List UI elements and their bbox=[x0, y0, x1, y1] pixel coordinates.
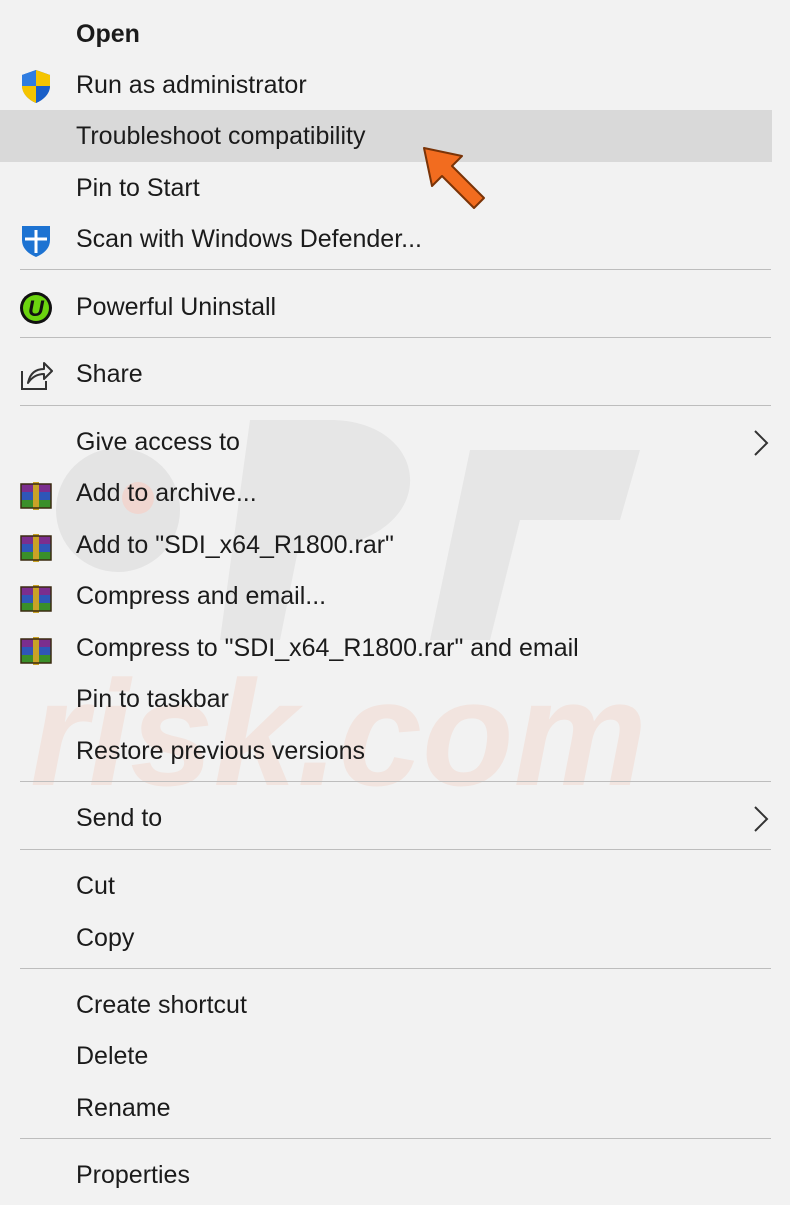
menu-item-add-to-rar[interactable]: Add to "SDI_x64_R1800.rar" bbox=[0, 519, 790, 571]
menu-item-properties[interactable]: Properties bbox=[0, 1149, 790, 1201]
menu-item-create-shortcut[interactable]: Create shortcut bbox=[0, 979, 790, 1031]
uac-shield-icon bbox=[22, 70, 50, 103]
menu-separator bbox=[20, 1138, 771, 1139]
menu-item-run-as-administrator[interactable]: Run as administrator bbox=[0, 59, 790, 111]
menu-item-label: Copy bbox=[76, 924, 135, 952]
menu-item-add-to-archive[interactable]: Add to archive... bbox=[0, 467, 790, 519]
menu-item-label: Pin to taskbar bbox=[76, 685, 229, 713]
chevron-right-icon bbox=[754, 430, 769, 456]
menu-item-label: Add to "SDI_x64_R1800.rar" bbox=[76, 531, 394, 559]
menu-item-restore-previous-versions[interactable]: Restore previous versions bbox=[0, 725, 790, 777]
menu-item-label: Properties bbox=[76, 1161, 190, 1189]
menu-item-copy[interactable]: Copy bbox=[0, 912, 790, 964]
menu-item-label: Delete bbox=[76, 1042, 149, 1070]
menu-separator bbox=[20, 405, 771, 406]
menu-item-send-to[interactable]: Send to bbox=[0, 792, 790, 844]
menu-item-open[interactable]: Open bbox=[0, 8, 790, 60]
menu-item-label: Compress and email... bbox=[76, 582, 327, 610]
menu-item-scan-with-windows-defender[interactable]: Scan with Windows Defender... bbox=[0, 213, 790, 265]
menu-item-rename[interactable]: Rename bbox=[0, 1082, 790, 1134]
menu-item-give-access-to[interactable]: Give access to bbox=[0, 416, 790, 468]
menu-item-compress-to-rar-and-email[interactable]: Compress to "SDI_x64_R1800.rar" and emai… bbox=[0, 622, 790, 674]
menu-item-share[interactable]: Share bbox=[0, 348, 790, 400]
menu-item-label: Compress to "SDI_x64_R1800.rar" and emai… bbox=[76, 634, 579, 662]
menu-item-label: Open bbox=[76, 20, 140, 48]
menu-item-cut[interactable]: Cut bbox=[0, 860, 790, 912]
menu-item-label: Rename bbox=[76, 1094, 171, 1122]
menu-item-label: Powerful Uninstall bbox=[76, 293, 277, 321]
menu-item-label: Restore previous versions bbox=[76, 737, 366, 765]
menu-item-pin-to-taskbar[interactable]: Pin to taskbar bbox=[0, 673, 790, 725]
iobit-uninstaller-icon: U bbox=[20, 292, 52, 324]
context-menu: risk.com Open Run as administrator Troub… bbox=[0, 0, 790, 1205]
menu-item-pin-to-start[interactable]: Pin to Start bbox=[0, 162, 790, 214]
menu-item-compress-and-email[interactable]: Compress and email... bbox=[0, 570, 790, 622]
menu-item-troubleshoot-compatibility[interactable]: Troubleshoot compatibility bbox=[0, 110, 772, 162]
menu-separator bbox=[20, 849, 771, 850]
menu-item-label: Give access to bbox=[76, 428, 240, 456]
menu-item-label: Share bbox=[76, 360, 143, 388]
chevron-right-icon bbox=[754, 806, 769, 832]
windows-defender-icon bbox=[22, 226, 50, 257]
menu-item-label: Cut bbox=[76, 872, 115, 900]
winrar-icon bbox=[20, 482, 52, 510]
svg-text:U: U bbox=[28, 296, 45, 321]
menu-separator bbox=[20, 269, 771, 270]
menu-item-powerful-uninstall[interactable]: U Powerful Uninstall bbox=[0, 281, 790, 333]
menu-separator bbox=[20, 337, 771, 338]
menu-item-delete[interactable]: Delete bbox=[0, 1030, 790, 1082]
menu-separator bbox=[20, 968, 771, 969]
menu-item-label: Pin to Start bbox=[76, 174, 200, 202]
menu-item-label: Create shortcut bbox=[76, 991, 247, 1019]
winrar-icon bbox=[20, 534, 52, 562]
share-icon bbox=[21, 362, 53, 390]
menu-item-label: Send to bbox=[76, 804, 163, 832]
menu-item-label: Scan with Windows Defender... bbox=[76, 225, 422, 253]
winrar-icon bbox=[20, 585, 52, 613]
menu-item-label: Run as administrator bbox=[76, 71, 307, 99]
orange-pointer-arrow-icon bbox=[423, 147, 485, 209]
menu-separator bbox=[20, 781, 771, 782]
menu-item-label: Add to archive... bbox=[76, 479, 257, 507]
menu-item-label: Troubleshoot compatibility bbox=[76, 122, 366, 150]
winrar-icon bbox=[20, 637, 52, 665]
